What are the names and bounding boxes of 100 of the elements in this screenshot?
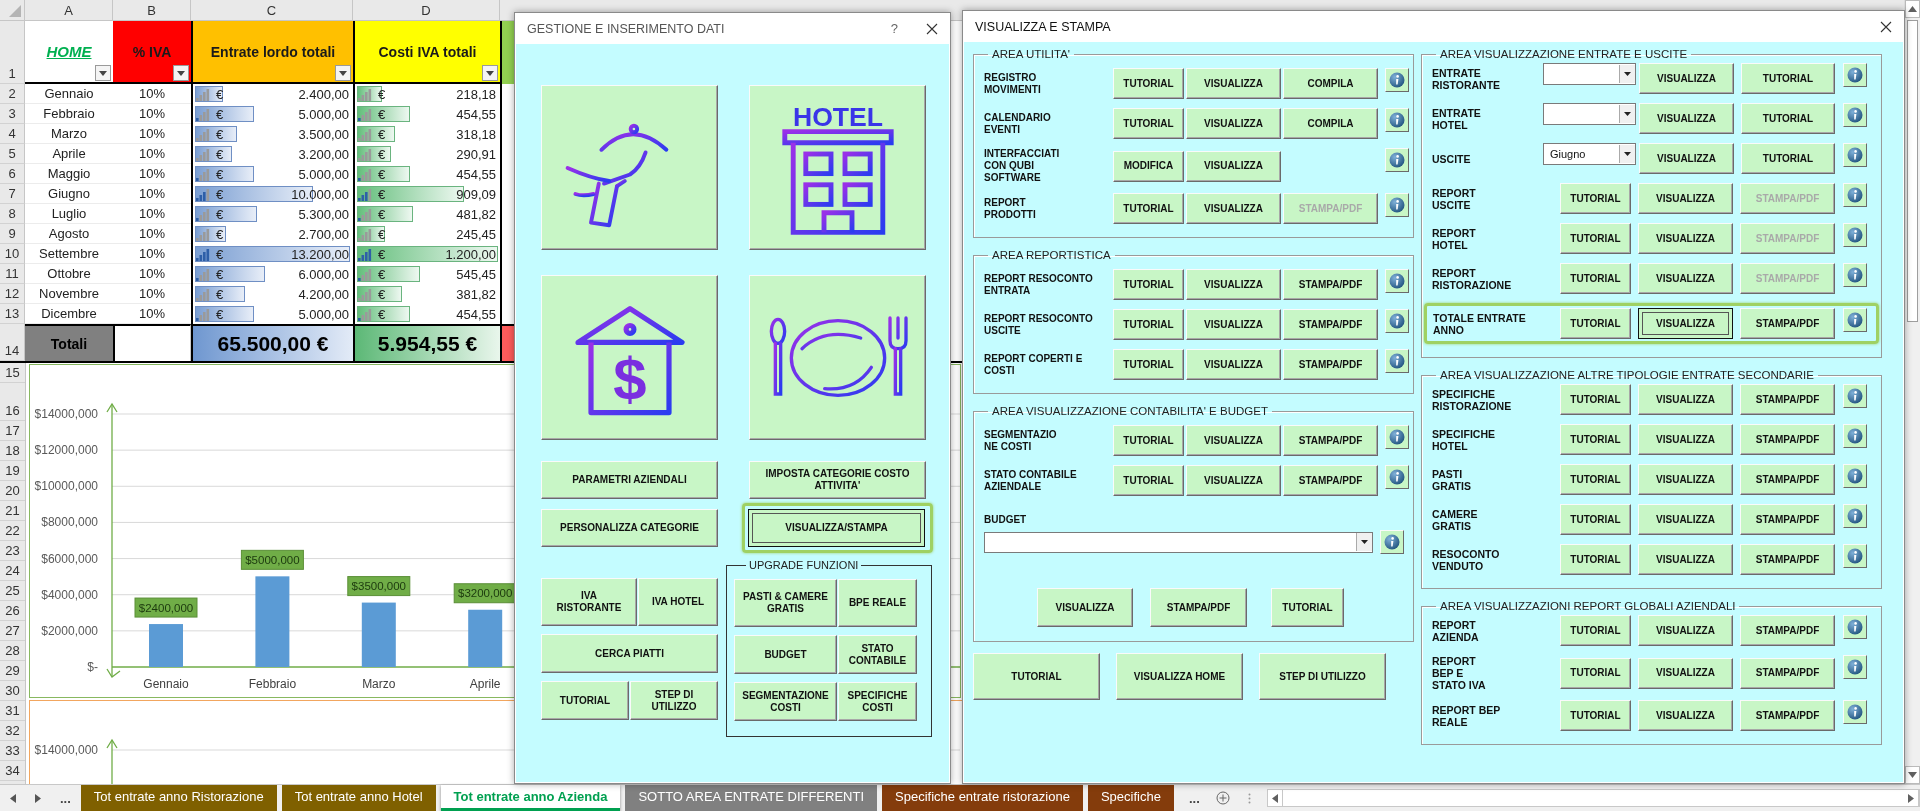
info-button[interactable] [1843,504,1867,528]
filter-dropdown-button[interactable] [95,65,111,81]
button[interactable]: VISUALIZZA [1638,544,1733,575]
button[interactable]: VISUALIZZA [1638,615,1733,646]
button[interactable]: PERSONALIZZA CATEGORIE [541,509,718,547]
tile-button[interactable]: HOTEL [749,85,926,250]
button[interactable]: COMPILA [1283,68,1378,99]
info-button[interactable] [1843,700,1867,724]
row-header[interactable]: 21 [0,501,25,521]
button[interactable]: BPE REALE [838,579,917,627]
info-button[interactable] [1385,349,1409,373]
row-header[interactable]: 9 [0,224,25,244]
row-header[interactable]: 28 [0,641,25,661]
button[interactable]: VISUALIZZA [1638,504,1733,535]
button[interactable]: VISUALIZZA [1639,63,1734,94]
row-header[interactable]: 14 [0,324,25,361]
button[interactable]: STEP DI UTILIZZO [630,681,718,720]
button[interactable]: STAMPA/PDF [1740,504,1835,535]
row-header[interactable]: 20 [0,481,25,501]
sheet-tab[interactable]: Specifiche [1087,785,1174,811]
row-header[interactable]: 33 [0,741,25,761]
button[interactable]: VISUALIZZA [1638,384,1733,415]
button[interactable]: VISUALIZZA [1186,150,1281,182]
button[interactable]: VISUALIZZA [1186,349,1281,380]
row-header[interactable]: 31 [0,701,25,721]
button[interactable]: STAMPA/PDF [1740,700,1835,731]
filter-dropdown-button[interactable] [173,65,189,81]
button[interactable]: PARAMETRI AZIENDALI [541,461,718,499]
button[interactable]: STAMPA/PDF [1283,425,1378,456]
button[interactable]: STEP DI UTILIZZO [1259,653,1386,700]
button[interactable]: TUTORIAL [1560,263,1631,294]
button[interactable]: STAMPA/PDF [1283,465,1378,496]
button[interactable]: TUTORIAL [1560,504,1631,535]
button[interactable]: STAMPA/PDF [1740,657,1835,689]
info-button[interactable] [1385,108,1409,132]
button[interactable]: STAMPA/PDF [1283,269,1378,300]
button[interactable]: STAMPA/PDF [1740,384,1835,415]
button[interactable]: TUTORIAL [1113,309,1184,340]
scrollbar-thumb[interactable] [1907,20,1918,322]
info-button[interactable] [1385,425,1409,449]
button[interactable]: TUTORIAL [1113,269,1184,300]
row-header[interactable]: 7 [0,184,25,204]
button[interactable]: TUTORIAL [1560,308,1631,339]
button[interactable]: COMPILA [1283,108,1378,139]
button[interactable]: STAMPA/PDF [1740,464,1835,495]
row-header[interactable]: 12 [0,284,25,304]
button[interactable]: VISUALIZZA [1037,588,1133,627]
row-header[interactable]: 24 [0,561,25,581]
info-button[interactable] [1843,263,1867,287]
button[interactable]: STAMPA/PDF [1283,349,1378,380]
sheet-tab[interactable]: Tot entrate anno Hotel [281,785,436,811]
column-header[interactable]: B [113,0,191,20]
dropdown-field[interactable] [1543,103,1636,125]
button[interactable]: TUTORIAL [1741,63,1835,94]
info-button[interactable] [1843,655,1867,679]
row-header[interactable]: 34 [0,761,25,781]
button[interactable]: TUTORIAL [1113,425,1184,456]
info-button[interactable] [1843,308,1867,332]
row-header[interactable]: 25 [0,581,25,601]
button[interactable]: STAMPA/PDF [1740,424,1835,455]
button[interactable]: STAMPA/PDF [1283,309,1378,340]
button[interactable]: VISUALIZZA/STAMPA [748,509,925,547]
button[interactable]: VISUALIZZA [1186,465,1281,496]
info-button[interactable] [1843,63,1867,87]
info-button[interactable] [1385,269,1409,293]
row-header[interactable]: 11 [0,264,25,284]
button[interactable]: TUTORIAL [1113,108,1184,139]
button[interactable]: PASTI & CAMERE GRATIS [734,579,837,627]
button[interactable]: VISUALIZZA [1186,269,1281,300]
help-button[interactable]: ? [890,21,898,36]
button[interactable]: TUTORIAL [1560,384,1631,415]
button[interactable]: TUTORIAL [541,681,629,720]
info-button[interactable] [1843,384,1867,408]
button[interactable]: VISUALIZZA [1638,700,1733,731]
row-header[interactable]: 23 [0,541,25,561]
button[interactable]: TUTORIAL [1560,657,1631,689]
info-button[interactable] [1385,309,1409,333]
row-header[interactable]: 26 [0,601,25,621]
button[interactable]: CERCA PIATTI [541,634,718,673]
row-header[interactable]: 29 [0,661,25,681]
button[interactable]: VISUALIZZA [1186,193,1281,224]
button[interactable]: STATO CONTABILE [838,635,917,674]
tile-button[interactable] [749,275,926,440]
info-button[interactable] [1385,193,1409,217]
row-header[interactable]: 2 [0,84,25,104]
tile-button[interactable] [541,85,718,250]
button[interactable]: IVA RISTORANTE [541,578,637,626]
info-button[interactable] [1843,183,1867,207]
button[interactable]: VISUALIZZA [1638,308,1733,339]
dropdown-field[interactable] [984,531,1373,553]
row-header[interactable]: 32 [0,721,25,741]
info-button[interactable] [1843,464,1867,488]
column-header[interactable]: C [191,0,353,20]
button[interactable]: STAMPA/PDF [1740,308,1835,339]
button[interactable]: TUTORIAL [1560,615,1631,646]
button[interactable]: TUTORIAL [973,653,1100,700]
row-header[interactable]: 6 [0,164,25,184]
sheet-tab[interactable]: Specifiche entrate ristorazione [882,785,1083,811]
row-header[interactable]: 8 [0,204,25,224]
row-header[interactable]: 5 [0,144,25,164]
